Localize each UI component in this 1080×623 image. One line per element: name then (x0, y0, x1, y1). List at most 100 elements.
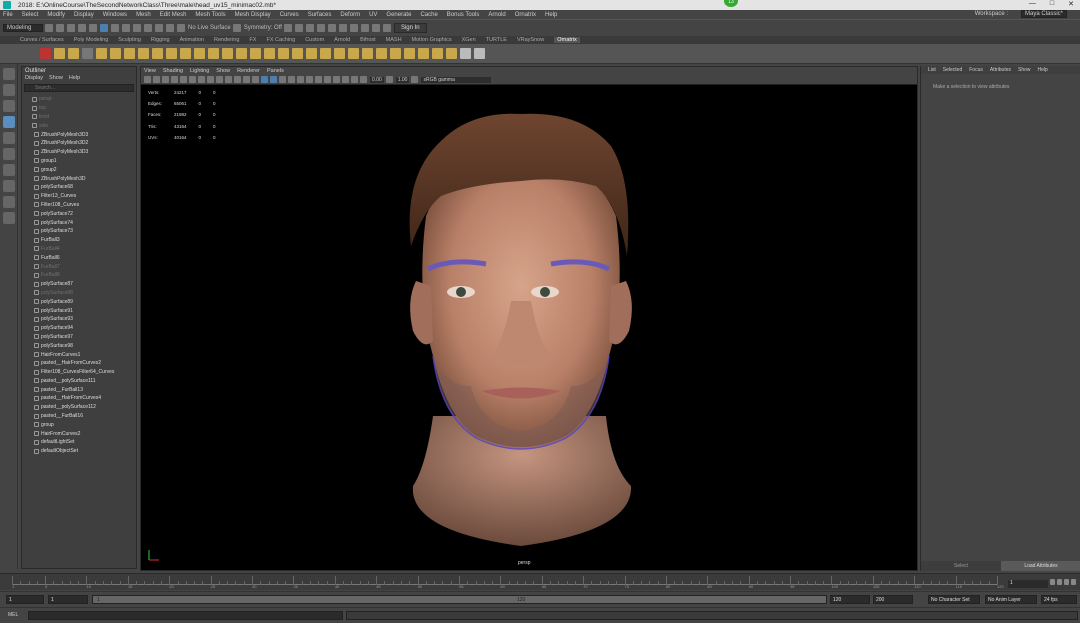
camera-icon[interactable] (144, 76, 151, 83)
shelf-guides-icon[interactable] (54, 48, 65, 59)
new-scene-icon[interactable] (45, 24, 53, 32)
use-all-lights-icon[interactable] (270, 76, 277, 83)
menu-windows[interactable]: Windows (103, 12, 127, 18)
ipr-render-icon[interactable] (294, 24, 303, 32)
texture-editor-icon[interactable] (349, 24, 358, 32)
shelf-tab-bifrost[interactable]: Bifrost (360, 37, 376, 43)
safe-action-icon[interactable] (225, 76, 232, 83)
outliner-item[interactable]: FurBall6 (22, 253, 136, 262)
outliner-menu-help[interactable]: Help (69, 75, 80, 83)
anti-aliasing-icon[interactable] (306, 76, 313, 83)
outliner-search-input[interactable]: Search... (24, 84, 134, 92)
color-management-icon[interactable] (411, 76, 419, 83)
shelf-hair-from-mesh-icon[interactable] (40, 48, 51, 59)
snap-point-icon[interactable] (155, 24, 163, 32)
light-editor-icon[interactable] (360, 24, 369, 32)
shelf-tab-rigging[interactable]: Rigging (151, 37, 170, 43)
menu-file[interactable]: File (3, 12, 13, 18)
render-view-icon[interactable] (327, 24, 336, 32)
motion-blur-icon[interactable] (297, 76, 304, 83)
select-hierarchy-icon[interactable] (100, 24, 108, 32)
shelf-cluster-icon[interactable] (278, 48, 289, 59)
shelf-tab-arnold[interactable]: Arnold (334, 37, 350, 43)
outliner-item[interactable]: FurBall8 (22, 271, 136, 280)
redshift-icon[interactable] (382, 24, 391, 32)
image-plane-icon[interactable] (171, 76, 178, 83)
open-scene-icon[interactable] (56, 24, 64, 32)
wireframe-on-shaded-icon[interactable] (252, 76, 259, 83)
menu-arnold[interactable]: Arnold (488, 12, 505, 18)
shelf-grooming-icon[interactable] (432, 48, 443, 59)
menu-curves[interactable]: Curves (280, 12, 299, 18)
shelf-tab-rendering[interactable]: Rendering (214, 37, 239, 43)
outliner-item[interactable]: group (22, 420, 136, 429)
symmetry-label[interactable]: Symmetry: Off (244, 25, 282, 31)
shelf-edit-guides-icon[interactable] (376, 48, 387, 59)
minimize-button[interactable]: — (1029, 0, 1036, 8)
menuset-dropdown[interactable]: Modeling (3, 24, 43, 32)
outliner-item[interactable]: pasted__FurBall13 (22, 385, 136, 394)
shelf-sculpt-icon[interactable] (404, 48, 415, 59)
outliner-item[interactable]: polySurface98 (22, 341, 136, 350)
vp-menu-lighting[interactable]: Lighting (190, 68, 209, 74)
camera-attributes-icon[interactable] (153, 76, 160, 83)
shelf-scatter-icon[interactable] (194, 48, 205, 59)
shelf-multiplier-icon[interactable] (320, 48, 331, 59)
anim-start-field[interactable]: 1 (6, 595, 44, 604)
outliner-layout-icon[interactable] (3, 212, 15, 224)
outliner-item[interactable]: side (22, 121, 136, 130)
outliner-item[interactable]: polySurface68 (22, 183, 136, 192)
go-to-start-icon[interactable] (1050, 579, 1055, 585)
four-view-icon[interactable] (3, 180, 15, 192)
menu-edit-mesh[interactable]: Edit Mesh (160, 12, 187, 18)
paint-select-icon[interactable] (3, 100, 15, 112)
menu-cache[interactable]: Cache (420, 12, 437, 18)
anim-end-field[interactable]: 200 (873, 595, 913, 604)
outliner-item[interactable]: pasted__HairFromCurves4 (22, 394, 136, 403)
outliner-item[interactable]: ZBrushPolyMesh3D2 (22, 139, 136, 148)
outliner-item[interactable]: FurBall7 (22, 262, 136, 271)
exposure-field[interactable]: 0.00 (370, 76, 384, 83)
shelf-noise-icon[interactable] (306, 48, 317, 59)
outliner-item[interactable]: FurBall3 (22, 236, 136, 245)
menu-display[interactable]: Display (74, 12, 94, 18)
gamma-icon[interactable] (385, 76, 393, 83)
shelf-export-icon[interactable] (446, 48, 457, 59)
outliner-item[interactable]: defaultLightSet (22, 438, 136, 447)
ae-menu-help[interactable]: Help (1038, 67, 1048, 73)
outliner-item[interactable]: polySurface97 (22, 333, 136, 342)
shelf-tab-sculpting[interactable]: Sculpting (118, 37, 141, 43)
menu-generate[interactable]: Generate (386, 12, 411, 18)
outliner-item[interactable]: polySurface73 (22, 227, 136, 236)
shelf-tab-mash[interactable]: MASH (386, 37, 402, 43)
live-surface-label[interactable]: No Live Surface (188, 25, 231, 31)
shadows-icon[interactable] (279, 76, 286, 83)
vp-menu-show[interactable]: Show (216, 68, 230, 74)
gamma-field[interactable]: 1.00 (395, 76, 410, 83)
shelf-curl-icon[interactable] (110, 48, 121, 59)
lasso-tool-icon[interactable] (3, 84, 15, 96)
shelf-fur-ball-icon[interactable] (166, 48, 177, 59)
outliner-item[interactable]: persp (22, 95, 136, 104)
outliner-item[interactable]: Filter13_Curves (22, 192, 136, 201)
undo-icon[interactable] (78, 24, 86, 32)
outliner-item[interactable]: Filter108_CurvesFilter64_Curves (22, 368, 136, 377)
playback-end-field[interactable]: 120 (830, 595, 870, 604)
smooth-shade-icon[interactable] (243, 76, 250, 83)
workspace-dropdown[interactable]: Maya Classic* (1020, 10, 1067, 18)
outliner-item[interactable]: polySurface93 (22, 315, 136, 324)
outliner-item[interactable]: pasted__polySurface111 (22, 377, 136, 386)
menu-mesh-display[interactable]: Mesh Display (235, 12, 271, 18)
current-frame-field[interactable]: 1 (1008, 580, 1048, 588)
hypershade-icon[interactable] (316, 24, 325, 32)
shelf-tab-motion-graphics[interactable]: Motion Graphics (412, 37, 452, 43)
perspective-viewport[interactable]: View Shading Lighting Show Renderer Pane… (140, 66, 918, 571)
shelf-thickness-icon[interactable] (236, 48, 247, 59)
vp-menu-renderer[interactable]: Renderer (237, 68, 260, 74)
play-forward-icon[interactable] (1071, 579, 1076, 585)
wireframe-icon[interactable] (234, 76, 241, 83)
menu-uv[interactable]: UV (369, 12, 377, 18)
time-slider[interactable]: 1 5 10 15 20 25 30 35 40 45 50 55 60 65 70 75 80 85 90 95 10… (0, 573, 1080, 590)
outliner-item[interactable]: Filter108_Curves (22, 201, 136, 210)
maximize-button[interactable]: □ (1050, 0, 1054, 8)
